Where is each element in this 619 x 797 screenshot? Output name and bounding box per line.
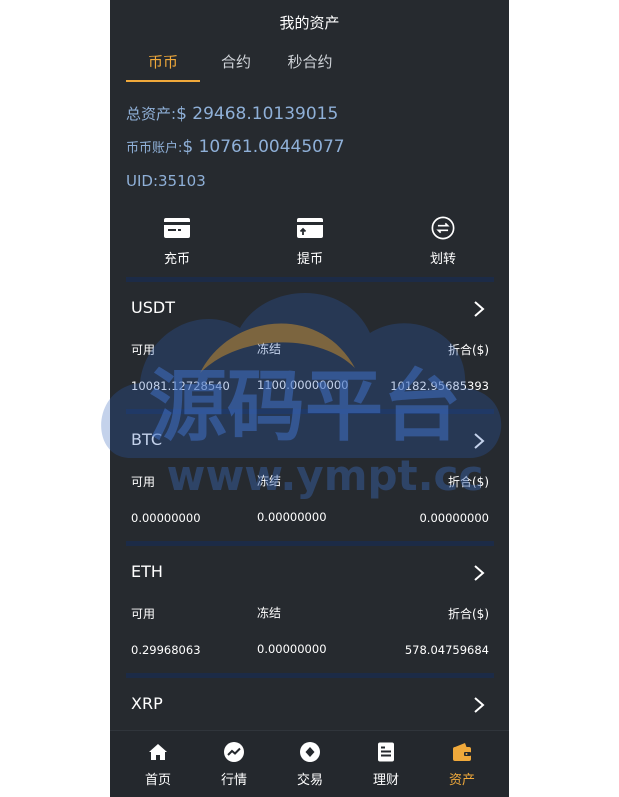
withdraw-label: 提币 [296,252,323,267]
nav-label-market: 行情 [220,773,247,788]
asset-tabs: 币币 合约 秒合约 [110,50,509,82]
nav-label-trade: 交易 [296,773,323,788]
section-divider [126,277,494,282]
converted-value: 0.00000000 [419,511,489,525]
nav-item-finance[interactable]: 理财 [351,741,421,788]
frozen-label: 冻结 [257,606,282,620]
deposit-button[interactable]: 充币 [137,216,217,267]
action-row: 充币 提币 划转 [110,216,509,267]
home-icon [149,744,167,760]
converted-label: 折合($) [448,343,489,357]
available-label: 可用 [131,475,156,489]
section-divider [126,409,494,414]
transfer-button[interactable]: 划转 [403,216,483,267]
frozen-value: 0.00000000 [257,510,327,524]
chevron-right-icon[interactable] [473,696,485,714]
tab-spot[interactable]: 币币 [126,50,200,78]
coin-name: BTC [131,430,162,449]
available-value: 0.00000000 [131,511,201,525]
active-tab-indicator [126,80,200,82]
page-title: 我的资产 [279,14,340,32]
coin-row-xrp[interactable]: XRP [110,694,509,730]
uid-line: UID:35103 [126,172,206,190]
coin-name: ETH [131,562,163,581]
converted-label: 折合($) [448,475,489,489]
section-divider [126,673,494,678]
nav-label-home: 首页 [144,773,171,788]
bottom-nav: 首页 行情 交易 理财 资产 [110,730,509,797]
frozen-label: 冻结 [257,342,282,356]
nav-label-assets: 资产 [448,773,475,788]
trade-icon [300,742,320,762]
chevron-right-icon[interactable] [473,564,485,582]
spot-account: 币币账户:$ 10761.00445077 [126,137,345,157]
available-label: 可用 [131,343,156,357]
section-divider [126,541,494,546]
available-value: 10081.12728540 [131,379,230,393]
total-assets: 总资产:$ 29468.10139015 [126,103,338,124]
nav-item-trade[interactable]: 交易 [275,741,345,788]
frozen-value: 1100.00000000 [257,378,349,392]
transfer-icon [431,216,455,240]
chevron-right-icon[interactable] [473,432,485,450]
market-trend-icon [224,742,244,762]
frozen-value: 0.00000000 [257,642,327,656]
tab-second-contract[interactable]: 秒合约 [278,50,342,78]
deposit-label: 充币 [163,252,190,267]
transfer-label: 划转 [429,252,456,267]
uid-label: UID: [126,172,159,190]
coin-name: XRP [131,694,163,713]
converted-value: 578.04759684 [404,643,489,657]
converted-value: 10182.95685393 [390,379,489,393]
withdraw-card-icon [297,218,323,238]
withdraw-button[interactable]: 提币 [270,216,350,267]
available-value: 0.29968063 [131,643,201,657]
finance-doc-icon [378,742,394,762]
wallet-icon [453,743,471,761]
tab-contract[interactable]: 合约 [210,50,262,78]
nav-item-assets[interactable]: 资产 [427,741,497,788]
nav-label-finance: 理财 [372,773,399,788]
chevron-right-icon[interactable] [473,300,485,318]
frozen-label: 冻结 [257,474,282,488]
spot-account-label: 币币账户: [126,141,183,156]
spot-account-value: $ 10761.00445077 [182,137,345,157]
coin-row-usdt[interactable]: USDT 可用 冻结 折合($) 10081.12728540 1100.000… [110,298,509,426]
converted-label: 折合($) [448,607,489,621]
coin-name: USDT [131,298,175,317]
phone-screen: 我的资产 币币 合约 秒合约 总资产:$ 29468.10139015 币币账户… [110,0,509,797]
total-assets-value: $ 29468.10139015 [176,104,339,124]
deposit-card-icon [164,218,190,238]
uid-value: 35103 [158,172,206,190]
coin-row-eth[interactable]: ETH 可用 冻结 折合($) 0.29968063 0.00000000 57… [110,562,509,690]
available-label: 可用 [131,607,156,621]
total-assets-label: 总资产: [126,105,177,123]
nav-item-market[interactable]: 行情 [199,741,269,788]
coin-row-btc[interactable]: BTC 可用 冻结 折合($) 0.00000000 0.00000000 0.… [110,430,509,558]
nav-item-home[interactable]: 首页 [123,741,193,788]
